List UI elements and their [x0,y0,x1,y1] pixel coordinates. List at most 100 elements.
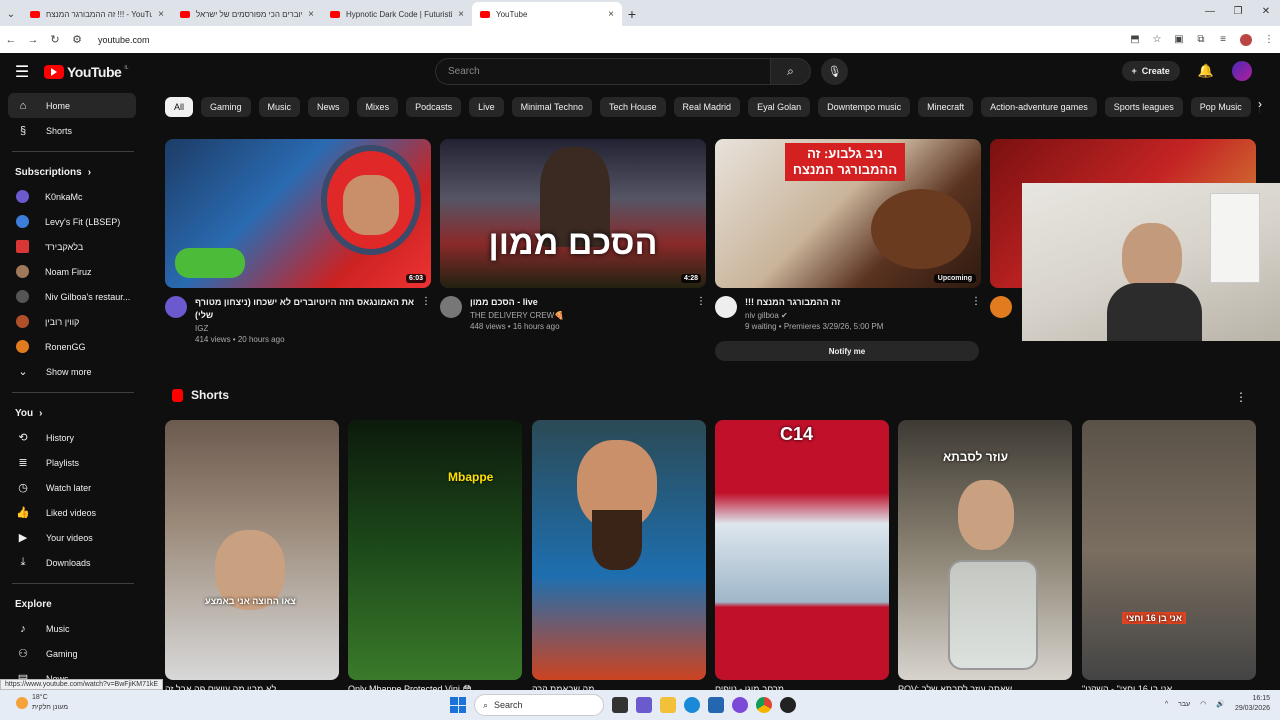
site-info-icon[interactable]: ⚙ [66,33,88,46]
sidebar-subscription[interactable]: קווין רובין [8,309,136,334]
extensions-puzzle-icon[interactable]: ⧉ [1190,34,1212,45]
wifi-icon[interactable]: ◠ [1200,700,1206,708]
channel-avatar[interactable] [715,296,737,318]
channel-name[interactable]: niv gilboa ✔ [745,311,971,320]
sidebar-subscription[interactable]: K0nkaMc [8,184,136,209]
maximize-icon[interactable]: ❐ [1224,0,1252,22]
browser-tab-active[interactable]: YouTube × [472,2,622,26]
short-card[interactable]: צאו החוצה אני באמצע [165,420,339,680]
media-controls-icon[interactable]: ≡ [1212,34,1234,45]
close-tab-icon[interactable]: × [158,9,164,20]
filter-chip[interactable]: Minimal Techno [511,97,592,117]
install-app-icon[interactable]: ⬒ [1124,34,1146,45]
sidebar-subscription[interactable]: Levy's Fit (LBSEP) [8,209,136,234]
weather-widget[interactable]: 18°C מעונן חלקית [16,693,68,713]
close-tab-icon[interactable]: × [308,9,314,20]
store-icon[interactable] [708,697,724,713]
sidebar-subscription[interactable]: RonenGG [8,334,136,359]
youtube-logo[interactable]: YouTube IL [44,64,128,80]
app-icon[interactable] [732,697,748,713]
filter-chip[interactable]: Real Madrid [673,97,741,117]
windows-start-icon[interactable] [450,697,466,713]
task-view-icon[interactable] [612,697,628,713]
sidebar-subscription[interactable]: Noam Firuz [8,259,136,284]
sidebar-item-home[interactable]: ⌂ Home [8,93,136,118]
create-button[interactable]: + Create [1121,61,1180,81]
sidebar-subscription[interactable]: בלאקבירד [8,234,136,259]
channel-name[interactable]: THE DELIVERY CREW🍕 [470,311,696,320]
filter-chip[interactable]: Tech House [600,97,666,117]
close-window-icon[interactable]: ✕ [1252,0,1280,22]
clock[interactable]: 16:15 29/03/2026 [1235,694,1270,714]
obs-icon[interactable] [780,697,796,713]
browser-menu-icon[interactable]: ⋮ [1258,34,1280,45]
more-actions-icon[interactable]: ⋮ [421,296,431,344]
filter-chip[interactable]: Sports leagues [1104,97,1183,117]
chevron-right-icon[interactable]: › [1258,97,1262,111]
filter-chip[interactable]: Pop Music [1190,97,1251,117]
volume-icon[interactable]: 🔊 [1216,700,1225,708]
more-actions-icon[interactable]: ⋮ [1235,390,1247,404]
short-card[interactable]: אני בן 16 וחצי [1082,420,1256,680]
more-actions-icon[interactable]: ⋮ [971,296,981,331]
taskbar-search[interactable]: ⌕ Search [474,694,604,716]
new-tab-button[interactable]: + [622,2,642,26]
channel-avatar[interactable] [165,296,187,318]
sidebar-item-playlists[interactable]: ≣ Playlists [8,450,136,475]
sidebar-item-shorts[interactable]: § Shorts [8,118,136,143]
file-explorer-icon[interactable] [660,697,676,713]
sidebar-item-history[interactable]: ⟲ History [8,425,136,450]
filter-chip[interactable]: Downtempo music [818,97,911,117]
you-heading[interactable]: You › [0,401,146,425]
sidebar-item-downloads[interactable]: ⤓ Downloads [8,550,136,575]
subscriptions-heading[interactable]: Subscriptions › [0,160,146,184]
video-title[interactable]: זה ההמבורגר המנצח !!! [745,296,971,309]
short-card[interactable]: C14 [715,420,889,680]
filter-chip[interactable]: Gaming [201,97,251,117]
filter-chip[interactable]: Live [469,97,504,117]
sidebar-item-your-videos[interactable]: ▶ Your videos [8,525,136,550]
close-tab-icon[interactable]: × [458,9,464,20]
video-title[interactable]: live - הסכם ממון [470,296,696,309]
forward-icon[interactable]: → [22,34,44,46]
sidebar-subscription[interactable]: Niv Gilboa's restaur... [8,284,136,309]
video-thumbnail[interactable]: ניב גלבוע: זה ההמבורגר המנצח Upcoming [715,139,981,288]
channel-name[interactable]: IGZ [195,324,421,333]
sidebar-item-liked[interactable]: 👍 Liked videos [8,500,136,525]
video-card[interactable]: ניב גלבוע: זה ההמבורגר המנצח Upcoming זה… [715,139,981,361]
browser-tab-3[interactable]: Hypnotic Dark Code | Futuristic × [322,2,472,26]
filter-chip[interactable]: Minecraft [918,97,974,117]
bookmark-star-icon[interactable]: ☆ [1146,34,1168,45]
filter-chip[interactable]: Podcasts [406,97,462,117]
filter-chip[interactable]: Mixes [356,97,399,117]
video-card[interactable]: 6:03 את האמונגאס הזה היוטיוברים לא ישכחו… [165,139,431,344]
filter-chip[interactable]: Music [258,97,301,117]
show-more-button[interactable]: ⌄ Show more [8,359,136,384]
notify-me-button[interactable]: Notify me [715,341,979,361]
search-button[interactable]: ⌕ [771,58,811,85]
extension-icon[interactable]: ▣ [1168,34,1190,45]
close-tab-icon[interactable]: × [608,9,614,20]
search-input[interactable]: Search [435,58,771,85]
sidebar-item-watch-later[interactable]: ◷ Watch later [8,475,136,500]
profile-avatar[interactable] [1240,33,1252,46]
filter-chip[interactable]: All [165,97,194,117]
short-card[interactable]: עוזר לסבתא [898,420,1072,680]
channel-avatar[interactable] [440,296,462,318]
video-title[interactable]: את האמונגאס הזה היוטיוברים לא ישכחו (ניצ… [195,296,421,322]
filter-chip[interactable]: Action-adventure games [981,97,1097,117]
channel-avatar[interactable] [990,296,1012,318]
short-card[interactable] [532,420,706,680]
teams-icon[interactable] [636,697,652,713]
back-icon[interactable]: ← [0,34,22,46]
tab-search-icon[interactable]: ⌄ [0,2,22,26]
minimize-icon[interactable]: — [1196,0,1224,22]
reload-icon[interactable]: ↻ [44,33,66,46]
voice-search-icon[interactable]: 🎙 [821,58,848,85]
filter-chip[interactable]: News [308,97,349,117]
edge-icon[interactable] [684,697,700,713]
sidebar-item-music[interactable]: ♪ Music [8,616,136,641]
chrome-icon[interactable] [756,697,772,713]
filter-chip[interactable]: Eyal Golan [748,97,811,117]
menu-icon[interactable]: ☰ [0,62,44,82]
